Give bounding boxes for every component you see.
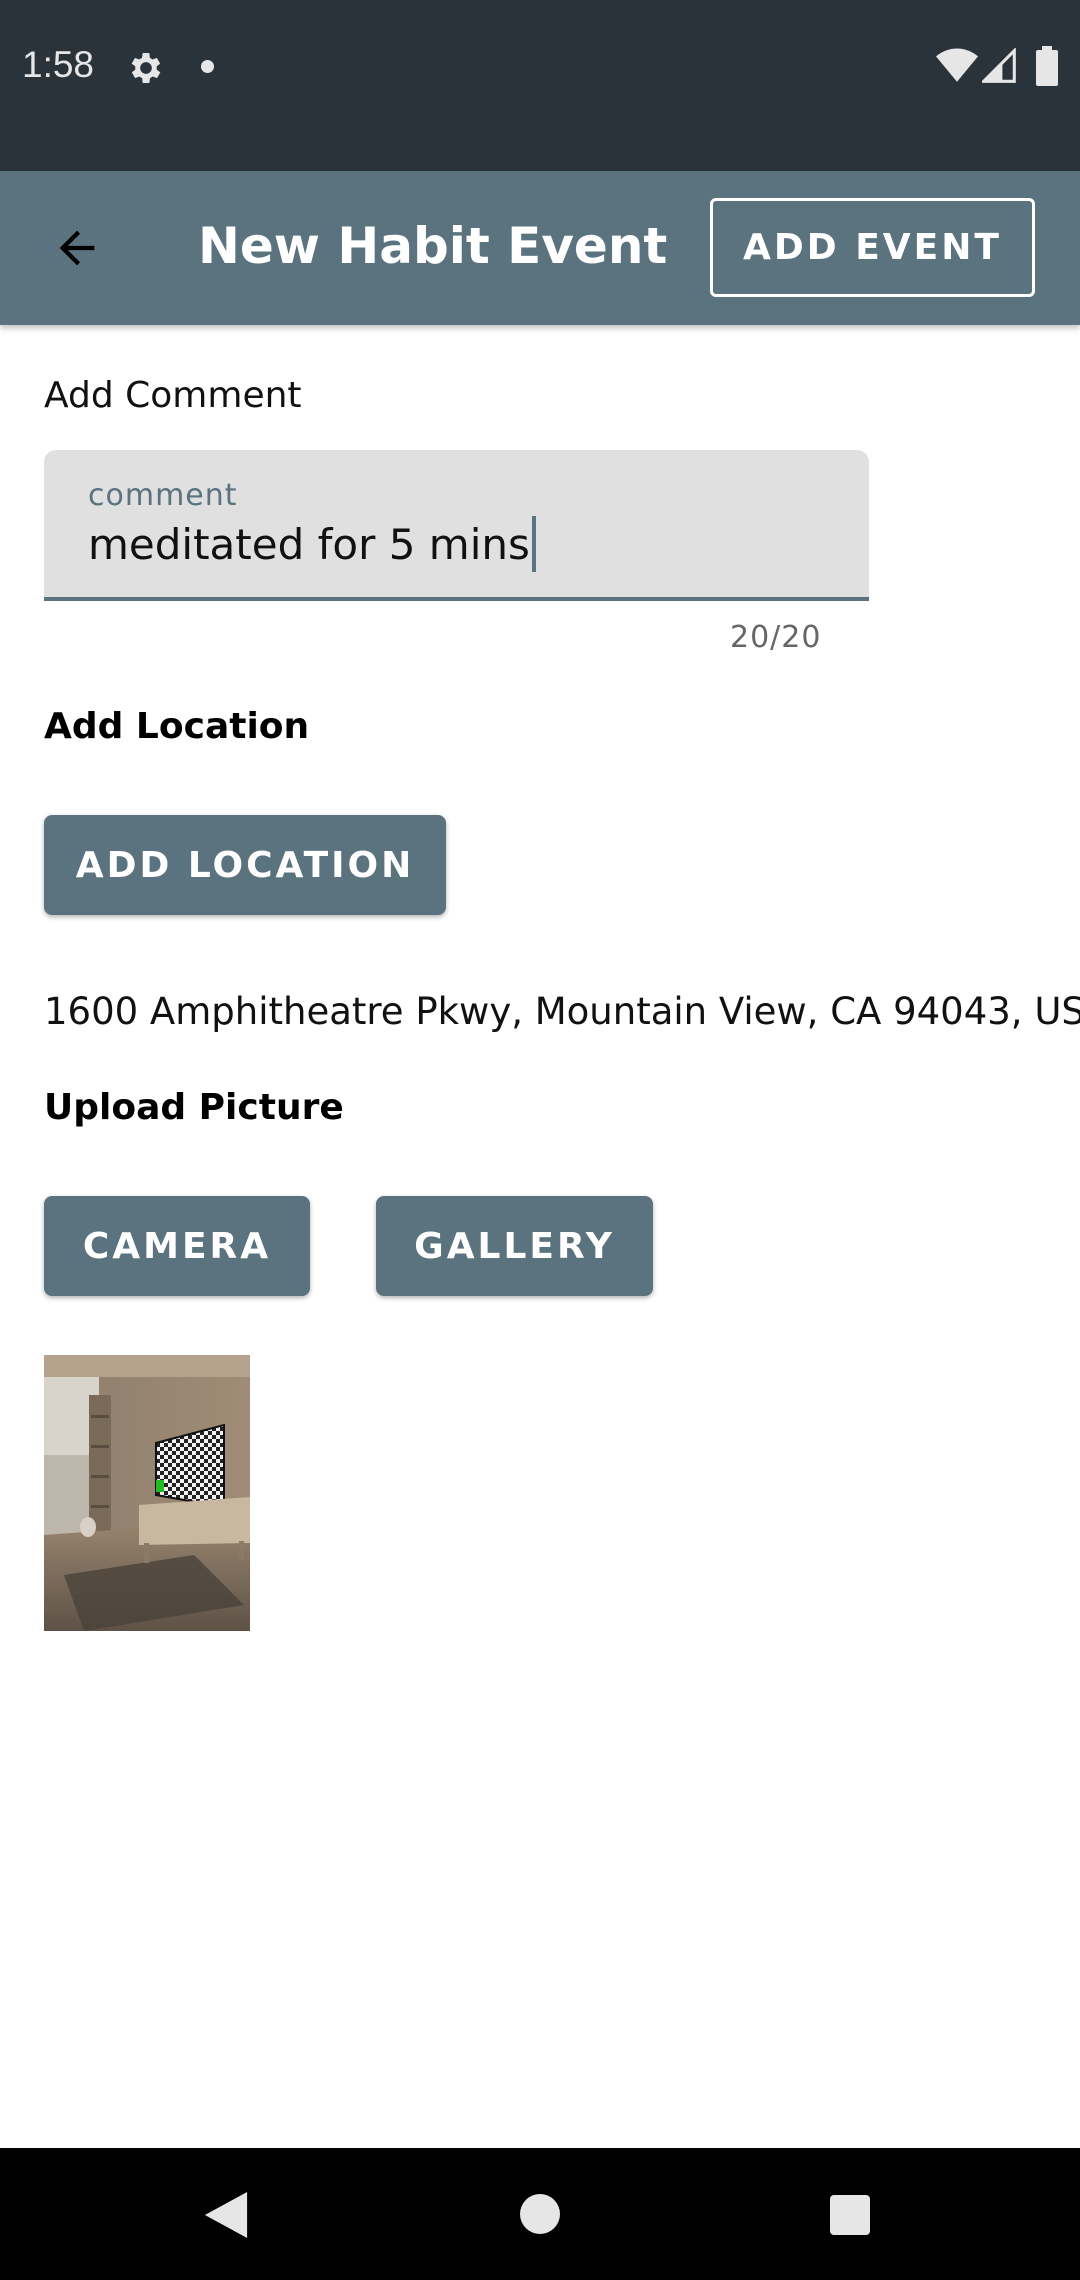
nav-recents-icon[interactable]: [830, 2195, 870, 2235]
nav-home-icon[interactable]: [520, 2194, 560, 2234]
location-address: 1600 Amphitheatre Pkwy, Mountain View, C…: [44, 990, 1080, 1033]
text-cursor: [531, 515, 536, 572]
comment-value: meditated for 5 mins: [88, 515, 536, 572]
arrow-left-icon: [59, 230, 95, 266]
upload-picture-heading: Upload Picture: [44, 1087, 344, 1128]
status-bar: 1:58: [0, 0, 1080, 171]
add-comment-label: Add Comment: [44, 375, 302, 416]
app-bar: New Habit Event ADD EVENT: [0, 171, 1080, 325]
character-counter: 20/20: [730, 620, 822, 655]
notification-dot-icon: [201, 60, 214, 73]
wifi-icon: [936, 48, 978, 82]
room-photo: [44, 1355, 250, 1631]
system-nav-bar: [0, 2148, 1080, 2280]
page-title: New Habit Event: [198, 217, 668, 275]
nav-back-icon[interactable]: [204, 2192, 248, 2238]
comment-input[interactable]: comment meditated for 5 mins: [44, 450, 869, 601]
uploaded-picture-thumbnail[interactable]: [44, 1355, 250, 1631]
back-button[interactable]: [38, 209, 116, 287]
add-location-heading: Add Location: [44, 706, 310, 747]
add-location-button[interactable]: ADD LOCATION: [44, 815, 446, 915]
gallery-button[interactable]: GALLERY: [376, 1196, 653, 1296]
camera-button[interactable]: CAMERA: [44, 1196, 310, 1296]
add-event-button[interactable]: ADD EVENT: [710, 198, 1035, 297]
signal-icon: [982, 48, 1016, 83]
gear-icon: [131, 53, 161, 83]
comment-text: meditated for 5 mins: [88, 520, 530, 569]
battery-icon: [1036, 46, 1058, 86]
status-time: 1:58: [22, 44, 95, 85]
comment-hint: comment: [88, 478, 238, 513]
